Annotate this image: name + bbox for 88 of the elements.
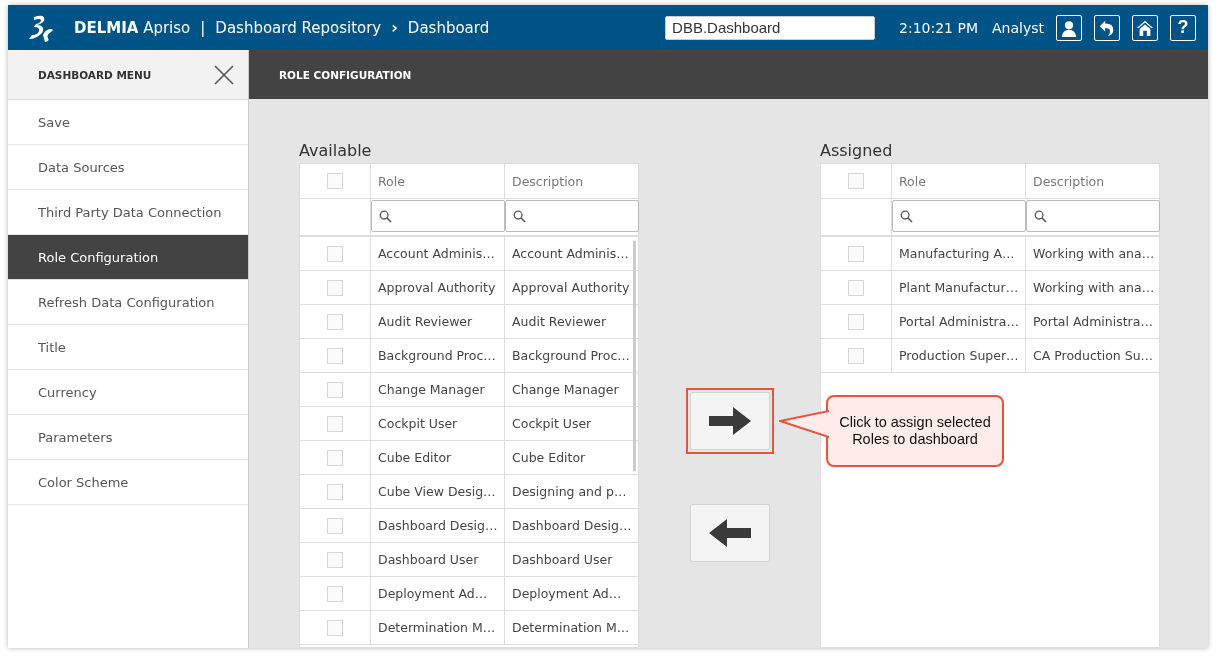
table-cell: Background Proc… xyxy=(371,339,505,372)
close-icon[interactable] xyxy=(214,64,234,85)
search-icon xyxy=(513,209,526,223)
filter-field[interactable] xyxy=(1026,200,1160,232)
row-checkbox[interactable] xyxy=(327,381,343,398)
column-header[interactable]: Role xyxy=(892,164,1026,198)
breadcrumb-separator: › xyxy=(391,18,398,37)
row-checkbox[interactable] xyxy=(327,517,343,534)
panel-title: Assigned xyxy=(820,141,894,162)
row-checkbox[interactable] xyxy=(327,347,343,364)
menu-item[interactable]: Data Sources xyxy=(8,145,248,190)
table-cell: Cube Editor xyxy=(371,441,505,474)
table-cell: Cockpit User xyxy=(371,407,505,440)
back-button[interactable] xyxy=(1094,14,1120,41)
scrollbar[interactable] xyxy=(633,241,636,471)
row-checkbox[interactable] xyxy=(327,449,343,466)
row-checkbox[interactable] xyxy=(848,313,864,330)
menu-item[interactable]: Role Configuration xyxy=(8,235,248,280)
table-cell: Dashboard Desig… xyxy=(505,509,639,542)
unassign-button[interactable] xyxy=(689,504,770,562)
menu-item[interactable]: Color Scheme xyxy=(8,460,248,505)
back-arrow-icon xyxy=(1098,18,1116,37)
select-all-checkbox[interactable] xyxy=(848,173,864,189)
menu-item[interactable]: Parameters xyxy=(8,415,248,460)
table-cell: Cube View Desig… xyxy=(371,475,505,508)
select-all-checkbox[interactable] xyxy=(327,173,343,189)
row-checkbox[interactable] xyxy=(848,347,864,364)
search-icon xyxy=(1034,209,1047,223)
search-field[interactable]: DBB.Dashboard xyxy=(665,15,876,40)
person-icon xyxy=(1060,18,1078,37)
sidebar-title: DASHBOARD MENU xyxy=(38,68,152,81)
table-cell: Portal Administra… xyxy=(1026,305,1160,338)
help-button[interactable]: ? xyxy=(1170,14,1196,41)
clock-time: 2:10:21 PM xyxy=(899,19,978,36)
table-cell: Dashboard User xyxy=(371,543,505,576)
menu-item[interactable]: Title xyxy=(8,325,248,370)
column-header[interactable]: Description xyxy=(1026,164,1160,198)
menu-item[interactable]: Currency xyxy=(8,370,248,415)
table-cell: Account Adminis… xyxy=(371,237,505,270)
row-checkbox[interactable] xyxy=(327,619,343,636)
panel-title: Available xyxy=(299,141,373,162)
table-cell: Deployment Ad… xyxy=(371,577,505,610)
table-cell: Manufacturing A… xyxy=(892,237,1026,270)
table-cell: CA Production Su… xyxy=(1026,339,1160,372)
search-icon xyxy=(379,209,392,223)
left-arrow-icon xyxy=(707,517,752,549)
table-cell: Production Super… xyxy=(892,339,1026,372)
breadcrumb-link[interactable]: Dashboard Repository xyxy=(215,18,382,37)
table-cell: Audit Reviewer xyxy=(371,305,505,338)
table-cell: Designing and p… xyxy=(505,475,639,508)
row-checkbox[interactable] xyxy=(848,245,864,262)
table-cell: Approval Authority xyxy=(371,271,505,304)
row-checkbox[interactable] xyxy=(327,551,343,568)
row-checkbox[interactable] xyxy=(848,279,864,296)
menu-item[interactable]: Refresh Data Configuration xyxy=(8,280,248,325)
page-title: ROLE CONFIGURATION xyxy=(279,68,412,81)
table-cell: Dashboard User xyxy=(505,543,639,576)
table-cell: Change Manager xyxy=(371,373,505,406)
table-cell: Plant Manufactur… xyxy=(892,271,1026,304)
user-button[interactable] xyxy=(1056,14,1082,41)
table-cell: Working with ana… xyxy=(1026,271,1160,304)
column-header[interactable]: Role xyxy=(371,164,505,198)
table-cell: Working with ana… xyxy=(1026,237,1160,270)
filter-field[interactable] xyxy=(892,200,1026,232)
separator-text: | xyxy=(200,18,206,37)
home-icon xyxy=(1136,18,1154,37)
callout-text: Click to assign selected Roles to dashboard xyxy=(838,413,992,449)
table-cell: Dashboard Desig… xyxy=(371,509,505,542)
user-name: Analyst xyxy=(992,19,1044,36)
search-icon xyxy=(900,209,913,223)
app-name: DELMIA Apriso xyxy=(74,18,191,37)
breadcrumb-link[interactable]: Dashboard xyxy=(407,18,490,37)
row-checkbox[interactable] xyxy=(327,279,343,296)
row-checkbox[interactable] xyxy=(327,585,343,602)
row-checkbox[interactable] xyxy=(327,415,343,432)
row-checkbox[interactable] xyxy=(327,313,343,330)
table-cell: Deployment Ad… xyxy=(505,577,639,610)
menu-item[interactable]: Save xyxy=(8,100,248,145)
filter-field[interactable] xyxy=(371,200,505,232)
table-cell: Determination M… xyxy=(505,611,639,644)
column-header[interactable]: Description xyxy=(505,164,639,198)
home-button[interactable] xyxy=(1132,14,1158,41)
filter-field[interactable] xyxy=(505,200,639,232)
right-arrow-icon xyxy=(707,405,752,437)
row-checkbox[interactable] xyxy=(327,245,343,262)
table-cell: Determination M… xyxy=(371,611,505,644)
table-cell: Portal Administra… xyxy=(892,305,1026,338)
row-checkbox[interactable] xyxy=(327,483,343,500)
